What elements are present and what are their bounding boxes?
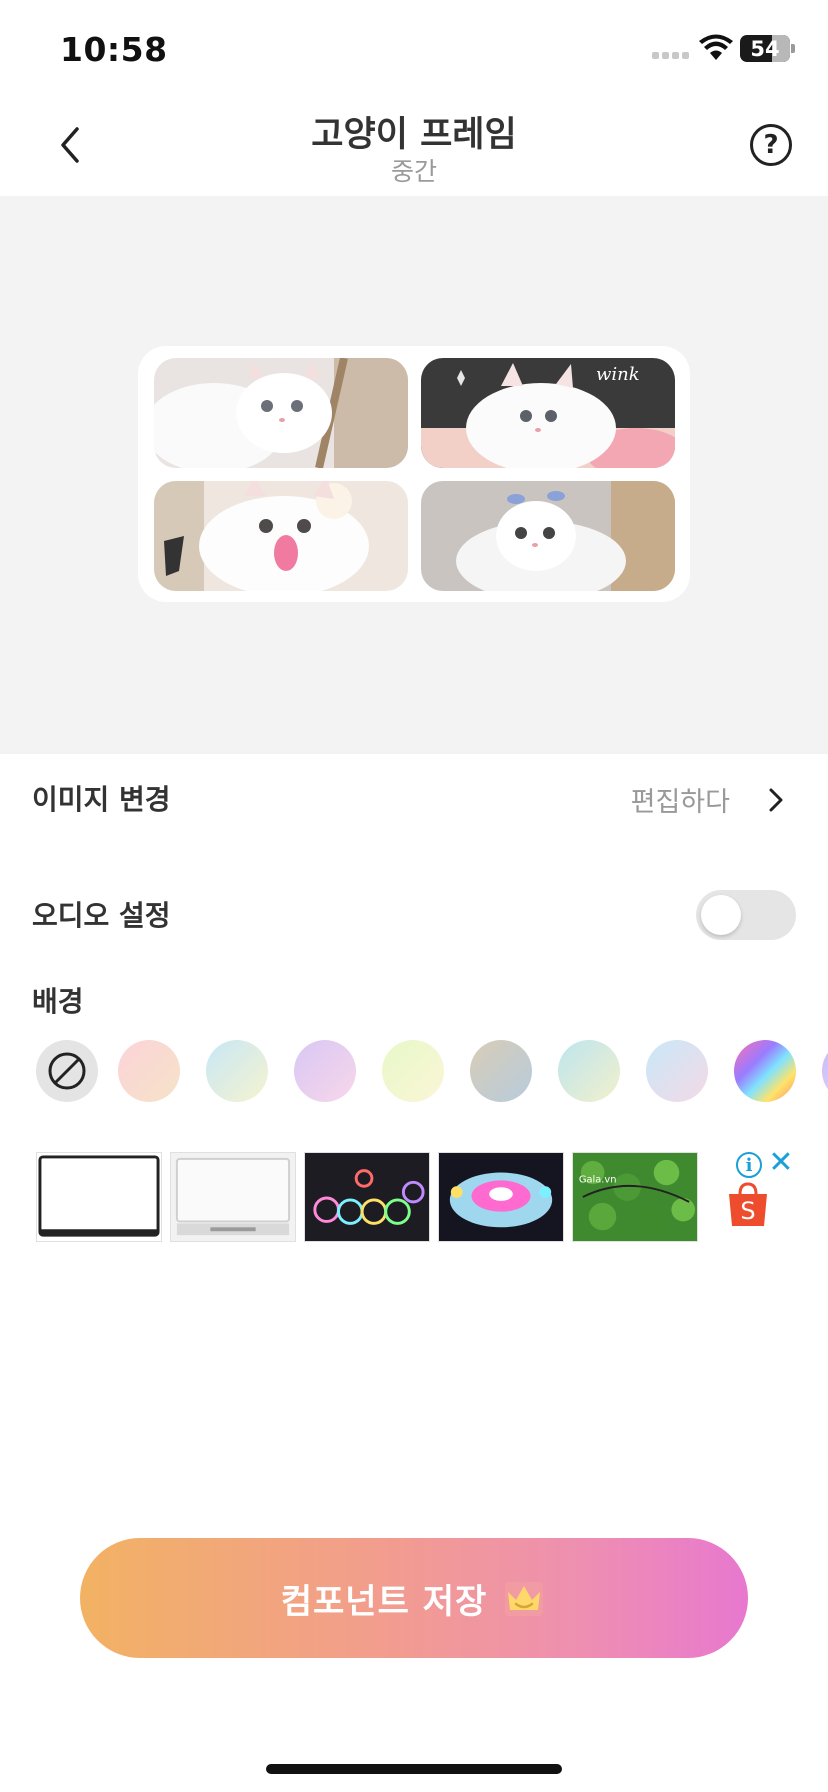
cat-photo-4: [421, 481, 675, 591]
swatch-none[interactable]: [36, 1040, 98, 1102]
question-mark-icon: ?: [763, 130, 779, 160]
swatch-taupe-blue[interactable]: [470, 1040, 532, 1102]
ad-banner[interactable]: Gala.vn i ✕ S: [36, 1148, 796, 1246]
cat-photo-2: wink: [421, 358, 675, 468]
background-label: 배경: [32, 985, 84, 1018]
background-swatch-list: [0, 1040, 828, 1104]
home-indicator: [266, 1764, 562, 1774]
crown-icon: [505, 1582, 544, 1616]
wifi-icon: [699, 34, 733, 60]
edit-link[interactable]: 편집하다: [631, 780, 730, 819]
ad-product-thumb-4[interactable]: [438, 1152, 564, 1242]
help-button[interactable]: ?: [750, 124, 792, 166]
audio-toggle[interactable]: [696, 890, 796, 940]
toggle-knob: [701, 895, 741, 935]
ad-close-button[interactable]: ✕: [768, 1148, 794, 1178]
swatch-blue-pink[interactable]: [646, 1040, 708, 1102]
cellular-signal-icon: [652, 52, 692, 62]
swatch-lavender-pink[interactable]: [294, 1040, 356, 1102]
svg-text:wink: wink: [596, 364, 640, 385]
no-symbol-icon: [48, 1052, 86, 1090]
cat-photo-3: [154, 481, 408, 591]
swatch-rainbow[interactable]: [734, 1040, 796, 1102]
ad-product-thumb-2[interactable]: [170, 1152, 296, 1242]
nav-header: 고양이 프레임 중간 ?: [0, 96, 828, 196]
save-component-button[interactable]: 컴포넌트 저장: [80, 1538, 748, 1658]
audio-settings-label: 오디오 설정: [32, 899, 171, 932]
svg-text:S: S: [740, 1197, 755, 1225]
ad-product-thumb-1[interactable]: [36, 1152, 162, 1242]
swatch-lilac[interactable]: [822, 1040, 828, 1102]
status-time: 10:58: [60, 30, 168, 69]
frame-preview-area: wink: [0, 196, 828, 754]
ad-product-thumb-3[interactable]: [304, 1152, 430, 1242]
page-title: 고양이 프레임: [311, 115, 517, 155]
cat-photo-1: [154, 358, 408, 468]
ad-info-button[interactable]: i: [736, 1152, 762, 1178]
swatch-sky-cream[interactable]: [206, 1040, 268, 1102]
change-image-label: 이미지 변경: [32, 783, 171, 816]
page-subtitle: 중간: [390, 157, 437, 186]
chevron-right-icon: [769, 788, 783, 812]
cat-frame-card: wink: [138, 346, 690, 602]
audio-settings-row: 오디오 설정: [0, 868, 828, 958]
shopping-bag-icon[interactable]: S: [726, 1182, 770, 1228]
battery-nub: [791, 44, 795, 53]
change-image-row[interactable]: 이미지 변경 편집하다: [0, 754, 828, 844]
swatch-lime-cream[interactable]: [382, 1040, 444, 1102]
swatch-aqua-cream[interactable]: [558, 1040, 620, 1102]
battery-icon: 54: [740, 35, 790, 62]
swatch-pink-peach[interactable]: [118, 1040, 180, 1102]
status-bar: 10:58 54: [0, 0, 828, 96]
battery-level: 54: [750, 36, 780, 61]
ad-product-thumb-5[interactable]: Gala.vn: [572, 1152, 698, 1242]
save-button-label: 컴포넌트 저장: [280, 1581, 488, 1622]
svg-text:Gala.vn: Gala.vn: [579, 1174, 617, 1185]
